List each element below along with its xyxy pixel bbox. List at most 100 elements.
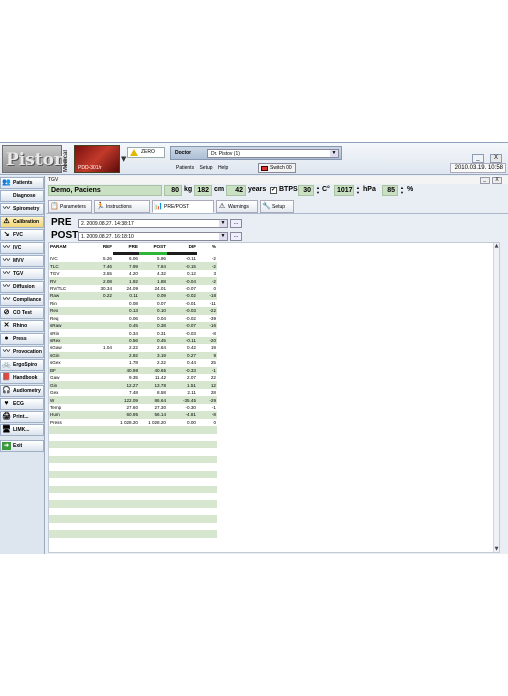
piston-logo: Piston	[2, 145, 66, 173]
tab-setup[interactable]: 🔧 Setup	[260, 200, 294, 213]
table-cell	[87, 396, 113, 404]
table-cell: sGex	[50, 360, 61, 366]
humidity-unit: %	[407, 186, 414, 193]
pre-select[interactable]: 2. 2009.08.27. 14:38:17 ▼	[78, 219, 228, 228]
sidebar-item-mvv[interactable]: 〰 MVV	[0, 255, 44, 267]
temperature-spinner[interactable]: ▲ ▼	[316, 185, 321, 195]
menu-item-patients[interactable]: Patients	[176, 165, 194, 171]
table-cell: -39	[209, 315, 216, 321]
sidebar-item-ecg[interactable]: ♥ ECG	[0, 398, 44, 410]
table-cell: 2.11	[187, 390, 196, 396]
table-cell: BF	[49, 366, 87, 374]
table-cell: sGin	[49, 351, 87, 360]
tab-parameters[interactable]: 📋 Parameters	[48, 200, 92, 213]
sidebar-item-label: Exit	[13, 443, 23, 449]
results-table: PARAM REF PRE POST DIF % IVC 5.26 6.06 5…	[49, 243, 217, 538]
sidebar-item-tgv[interactable]: 〰 TGV	[0, 268, 44, 280]
chevron-down-icon[interactable]: ▼	[330, 150, 338, 157]
table-cell	[87, 300, 113, 307]
patient-name: Demo, Paciens	[48, 185, 162, 196]
menu-item-setup[interactable]: Setup	[199, 165, 212, 171]
main-panel: TGV _ X Demo, Paciens 80 kg 182 cm 42 ye…	[46, 176, 508, 554]
table-cell: TLC	[49, 262, 87, 270]
table-cell: 9.35	[129, 375, 138, 381]
sidebar-item-label: Patients	[13, 180, 33, 186]
minimize-button[interactable]: _	[471, 154, 484, 163]
chevron-down-icon[interactable]: ▼	[219, 233, 227, 240]
height-value[interactable]: 182	[194, 185, 212, 196]
table-cell: -1	[211, 404, 216, 410]
tab-instructions[interactable]: 🏃 Instructions	[94, 200, 150, 213]
sidebar-item-label: Press	[13, 336, 27, 342]
weight-value[interactable]: 80	[164, 185, 182, 196]
humidity-spinner[interactable]: ▲ ▼	[400, 185, 405, 195]
tab-warnings[interactable]: ⚠ Warnings	[216, 200, 258, 213]
table-cell: 0	[213, 285, 216, 291]
sidebar-item-ergospiro[interactable]: 🚲 ErgoSpiro	[0, 359, 44, 371]
table-cell: -0.33	[167, 366, 197, 374]
sidebar-item-fvc[interactable]: ↘ FVC	[0, 229, 44, 241]
sidebar-item-calibration[interactable]: ⚠ Calibration	[0, 216, 44, 228]
switch-button[interactable]: Switch 00	[258, 163, 296, 173]
sidebar-item-handbook[interactable]: 📕 Handbook	[0, 372, 44, 384]
instructions-icon: 🏃	[96, 203, 105, 210]
panel-minimize-button[interactable]: _	[479, 177, 490, 184]
sidebar-item-diffusion[interactable]: 〰 Diffusion	[0, 281, 44, 293]
vertical-scrollbar[interactable]: ▲ ▼	[493, 243, 499, 552]
pre-browse-button[interactable]: ...	[230, 219, 242, 228]
close-button[interactable]: X	[490, 154, 502, 163]
panel-close-button[interactable]: X	[492, 177, 502, 184]
empty-table-row	[49, 434, 217, 441]
table-cell: 1.51	[167, 381, 197, 389]
empty-table-row	[49, 470, 217, 479]
post-browse-button[interactable]: ...	[230, 232, 242, 241]
pressure-spinner[interactable]: ▲ ▼	[356, 185, 361, 195]
age-value[interactable]: 42	[226, 185, 246, 196]
sidebar-item-exit[interactable]: ➜ Exit	[0, 440, 44, 452]
tab-label: Parameters	[60, 204, 86, 210]
pressure-value[interactable]: 1017	[334, 185, 354, 196]
table-cell: 4.20	[129, 271, 138, 277]
tab-bar: 📋 Parameters 🏃 Instructions 📊 PRE/POST ⚠ Warnin…	[46, 199, 508, 214]
tab-label: Warnings	[228, 204, 249, 210]
sidebar-item-spirometry[interactable]: 〰 Spirometry	[0, 203, 44, 215]
humidity-value[interactable]: 85	[382, 185, 398, 196]
chevron-down-icon[interactable]: ▼	[121, 155, 126, 163]
sidebar-item-limk[interactable]: 🖥 LIMK...	[0, 424, 44, 436]
sidebar-item-label: Diffusion	[13, 284, 35, 290]
scroll-up-icon[interactable]: ▲	[494, 243, 499, 249]
temperature-value[interactable]: 30	[298, 185, 314, 196]
window-controls: _ X	[471, 144, 502, 163]
sidebar-item-compliance[interactable]: 〰 Compliance	[0, 294, 44, 306]
sidebar-item-print[interactable]: 🖨 Print...	[0, 411, 44, 423]
sidebar-item-co-test[interactable]: ⊘ CO Test	[0, 307, 44, 319]
header-pre: PRE	[128, 244, 138, 249]
sidebar-item-patients[interactable]: 👥 Patients	[0, 177, 44, 189]
table-cell: 27.30	[154, 404, 167, 410]
sidebar-item-press[interactable]: ● Press	[0, 333, 44, 345]
tab-pre-post[interactable]: 📊 PRE/POST	[152, 200, 214, 213]
zero-button[interactable]: ZERO	[127, 147, 165, 158]
setup-icon: 🔧	[262, 203, 271, 210]
table-cell: 0.38	[139, 321, 167, 330]
table-cell: 0.06	[129, 315, 138, 321]
table-cell	[87, 404, 113, 411]
table-cell: 0.00	[187, 419, 196, 425]
sidebar-item-rhino[interactable]: ✕ Rhino	[0, 320, 44, 332]
sidebar-item-ivc[interactable]: 〰 IVC	[0, 242, 44, 254]
chevron-down-icon[interactable]: ▼	[219, 220, 227, 227]
results-table-body: IVC 5.26 6.06 5.96 -0.11 -2 TLC 7.46 7.99 7.84 -0.…	[49, 255, 217, 538]
device-image[interactable]: PDD-301/r	[74, 145, 120, 173]
results-table-container: PARAM REF PRE POST DIF % IVC 5.26 6.06 5…	[49, 243, 217, 552]
table-cell: 1.88	[139, 277, 167, 285]
scroll-down-icon[interactable]: ▼	[494, 546, 499, 552]
header-ref: REF	[102, 244, 112, 249]
sidebar-item-provocation[interactable]: 〰 Provocation	[0, 346, 44, 358]
sidebar-item-diagnose[interactable]: Diagnose	[0, 190, 44, 202]
doctor-select[interactable]: Dr. Pistov (1) ▼	[207, 149, 339, 158]
sidebar-item-audiometry[interactable]: 🎧 Audiometry	[0, 385, 44, 397]
sidebar-item-label: Compliance	[13, 297, 42, 303]
post-select[interactable]: 1. 2009.08.27. 16:18:10 ▼	[78, 232, 228, 241]
menu-item-help[interactable]: Help	[218, 165, 228, 171]
btps-checkbox[interactable]: ✓	[270, 187, 277, 194]
